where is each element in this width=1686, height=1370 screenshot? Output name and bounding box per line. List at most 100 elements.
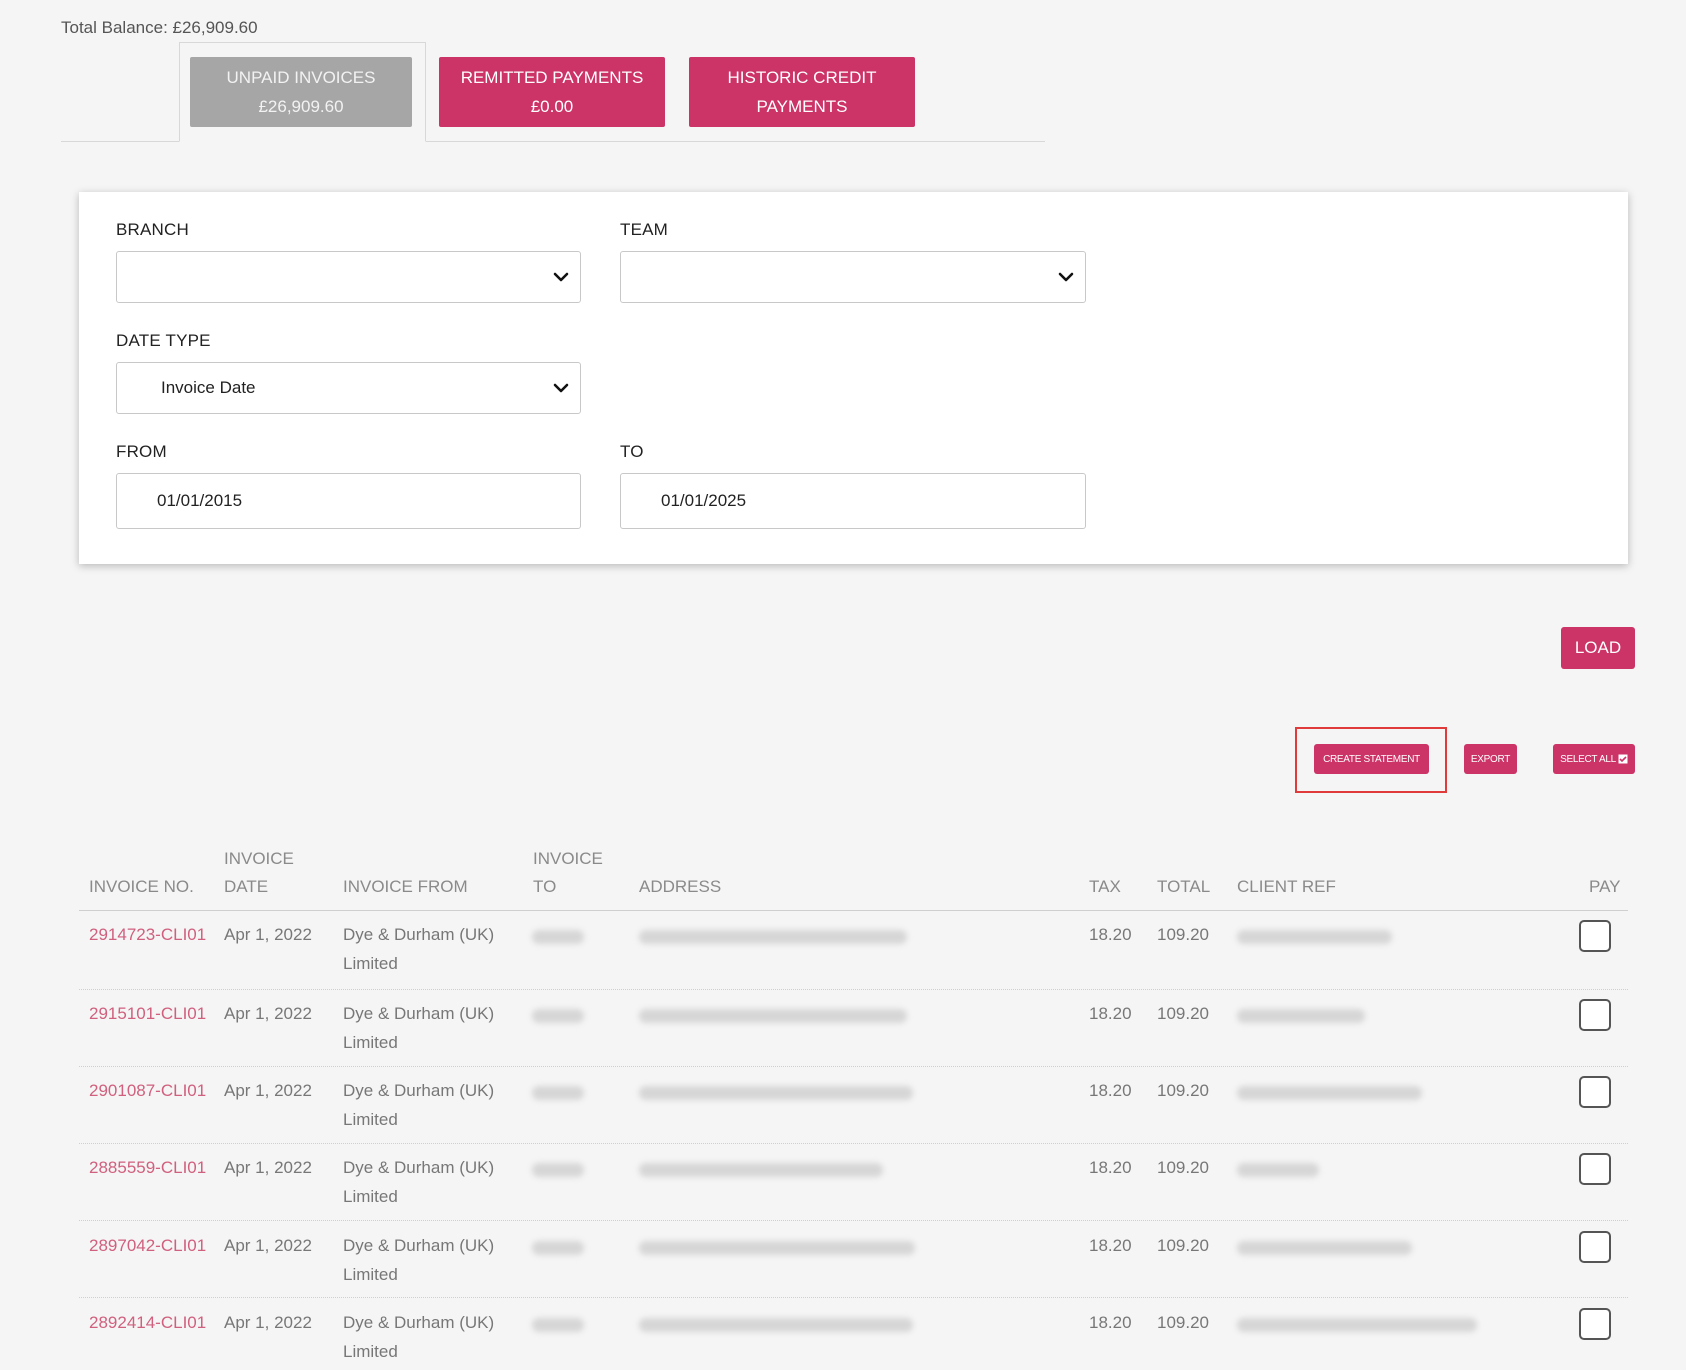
invoice-from: Dye & Durham (UK) Limited bbox=[343, 1153, 494, 1211]
branch-select[interactable] bbox=[116, 251, 581, 303]
invoice-from-line2: Limited bbox=[343, 1265, 398, 1284]
table-row: 2892414-CLI01 Apr 1, 2022 Dye & Durham (… bbox=[79, 1298, 1628, 1370]
invoice-from-line1: Dye & Durham (UK) bbox=[343, 925, 495, 944]
table-row: 2901087-CLI01 Apr 1, 2022 Dye & Durham (… bbox=[79, 1067, 1628, 1144]
redacted-invoice-to bbox=[532, 1241, 584, 1255]
table-row: 2915101-CLI01 Apr 1, 2022 Dye & Durham (… bbox=[79, 990, 1628, 1067]
export-button[interactable]: EXPORT bbox=[1464, 744, 1517, 774]
chevron-down-icon bbox=[553, 383, 569, 393]
table-row: 2897042-CLI01 Apr 1, 2022 Dye & Durham (… bbox=[79, 1221, 1628, 1298]
header-invoice-from: INVOICE FROM bbox=[343, 877, 468, 896]
invoice-date: Apr 1, 2022 bbox=[224, 1081, 312, 1100]
pay-checkbox[interactable] bbox=[1579, 1076, 1611, 1108]
redacted-client-ref bbox=[1237, 930, 1392, 944]
date-type-value: Invoice Date bbox=[161, 378, 256, 397]
to-date-value: 01/01/2025 bbox=[661, 491, 747, 510]
tax-value: 18.20 bbox=[1089, 1004, 1132, 1023]
redacted-client-ref bbox=[1237, 1318, 1477, 1332]
load-button[interactable]: LOAD bbox=[1561, 627, 1635, 669]
tab-amount: £0.00 bbox=[530, 97, 574, 116]
total-value: 109.20 bbox=[1157, 1004, 1209, 1023]
header-total: TOTAL bbox=[1157, 877, 1211, 896]
select-all-label: SELECT ALL bbox=[1560, 753, 1616, 765]
invoice-date: Apr 1, 2022 bbox=[224, 1158, 312, 1177]
invoice-from-line1: Dye & Durham (UK) bbox=[343, 1004, 495, 1023]
invoice-from: Dye & Durham (UK) Limited bbox=[343, 920, 494, 978]
total-value: 109.20 bbox=[1157, 1158, 1209, 1177]
header-address: ADDRESS bbox=[639, 877, 722, 896]
invoice-from-line2: Limited bbox=[343, 1033, 398, 1052]
invoice-from-line1: Dye & Durham (UK) bbox=[343, 1236, 495, 1255]
tax-value: 18.20 bbox=[1089, 1313, 1132, 1332]
table-row: 2885559-CLI01 Apr 1, 2022 Dye & Durham (… bbox=[79, 1144, 1628, 1221]
invoice-from-line2: Limited bbox=[343, 1342, 398, 1361]
invoice-number-link[interactable]: 2897042-CLI01 bbox=[89, 1231, 206, 1260]
invoice-number-link[interactable]: 2915101-CLI01 bbox=[89, 999, 206, 1028]
invoice-date: Apr 1, 2022 bbox=[224, 925, 312, 944]
redacted-address bbox=[639, 1241, 915, 1255]
header-tax: TAX bbox=[1089, 877, 1121, 896]
invoice-number-link[interactable]: 2901087-CLI01 bbox=[89, 1076, 206, 1105]
tab-label: REMITTED PAYMENTS bbox=[460, 68, 644, 87]
invoice-number-link[interactable]: 2892414-CLI01 bbox=[89, 1308, 206, 1337]
create-statement-button[interactable]: CREATE STATEMENT bbox=[1314, 744, 1429, 774]
chevron-down-icon bbox=[553, 272, 569, 282]
invoice-number-link[interactable]: 2885559-CLI01 bbox=[89, 1153, 206, 1182]
tax-value: 18.20 bbox=[1089, 1236, 1132, 1255]
table-row: 2914723-CLI01 Apr 1, 2022 Dye & Durham (… bbox=[79, 913, 1628, 990]
total-value: 109.20 bbox=[1157, 925, 1209, 944]
header-pay: PAY bbox=[1589, 877, 1621, 896]
invoice-from: Dye & Durham (UK) Limited bbox=[343, 1308, 494, 1366]
invoice-from-line1: Dye & Durham (UK) bbox=[343, 1081, 495, 1100]
redacted-address bbox=[639, 1086, 913, 1100]
select-all-button[interactable]: SELECT ALL bbox=[1553, 744, 1635, 774]
tab-label: HISTORIC CREDIT bbox=[727, 68, 877, 87]
redacted-client-ref bbox=[1237, 1241, 1412, 1255]
date-type-label: DATE TYPE bbox=[116, 331, 211, 350]
from-date-value: 01/01/2015 bbox=[157, 491, 243, 510]
header-client-ref: CLIENT REF bbox=[1237, 877, 1336, 896]
tab-unpaid-invoices[interactable]: UNPAID INVOICES £26,909.60 bbox=[190, 57, 412, 127]
invoice-from: Dye & Durham (UK) Limited bbox=[343, 1231, 494, 1289]
header-invoice-no: INVOICE NO. bbox=[89, 877, 194, 896]
redacted-invoice-to bbox=[532, 1163, 584, 1177]
branch-label: BRANCH bbox=[116, 220, 189, 239]
header-invoice-to-line2: TO bbox=[533, 877, 557, 896]
date-type-select[interactable]: Invoice Date bbox=[116, 362, 581, 414]
invoice-date: Apr 1, 2022 bbox=[224, 1004, 312, 1023]
redacted-address bbox=[639, 930, 907, 944]
redacted-address bbox=[639, 1163, 883, 1177]
header-divider bbox=[79, 910, 1628, 911]
chevron-down-icon bbox=[1058, 272, 1074, 282]
tab-historic-credit-payments[interactable]: HISTORIC CREDIT PAYMENTS bbox=[689, 57, 915, 127]
header-invoice-to-line1: INVOICE bbox=[533, 849, 603, 868]
total-balance: Total Balance: £26,909.60 bbox=[61, 18, 258, 37]
pay-checkbox[interactable] bbox=[1579, 1231, 1611, 1263]
redacted-client-ref bbox=[1237, 1086, 1422, 1100]
tab-remitted-payments[interactable]: REMITTED PAYMENTS £0.00 bbox=[439, 57, 665, 127]
pay-checkbox[interactable] bbox=[1579, 1308, 1611, 1340]
invoice-from: Dye & Durham (UK) Limited bbox=[343, 1076, 494, 1134]
redacted-client-ref bbox=[1237, 1163, 1319, 1177]
to-date-input[interactable]: 01/01/2025 bbox=[620, 473, 1086, 529]
tab-label-2: PAYMENTS bbox=[756, 97, 848, 116]
invoice-from-line2: Limited bbox=[343, 1187, 398, 1206]
from-date-input[interactable]: 01/01/2015 bbox=[116, 473, 581, 529]
invoice-number-link[interactable]: 2914723-CLI01 bbox=[89, 920, 206, 949]
tab-label: UNPAID INVOICES bbox=[226, 68, 376, 87]
invoice-from-line2: Limited bbox=[343, 1110, 398, 1129]
total-value: 109.20 bbox=[1157, 1236, 1209, 1255]
invoice-date: Apr 1, 2022 bbox=[224, 1236, 312, 1255]
team-label: TEAM bbox=[620, 220, 669, 239]
redacted-invoice-to bbox=[532, 1318, 584, 1332]
team-select[interactable] bbox=[620, 251, 1086, 303]
to-label: TO bbox=[620, 442, 644, 461]
pay-checkbox[interactable] bbox=[1579, 999, 1611, 1031]
header-invoice-date-line2: DATE bbox=[224, 877, 269, 896]
tax-value: 18.20 bbox=[1089, 1081, 1132, 1100]
pay-checkbox[interactable] bbox=[1579, 1153, 1611, 1185]
pay-checkbox[interactable] bbox=[1579, 920, 1611, 952]
invoice-from: Dye & Durham (UK) Limited bbox=[343, 999, 494, 1057]
redacted-address bbox=[639, 1009, 907, 1023]
total-value: 109.20 bbox=[1157, 1081, 1209, 1100]
